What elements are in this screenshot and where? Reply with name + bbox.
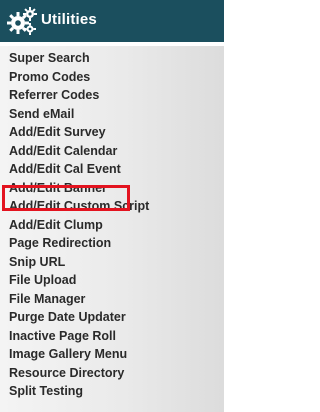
- utilities-panel: Utilities Super Search Promo Codes Refer…: [0, 0, 224, 412]
- utilities-header[interactable]: Utilities: [0, 0, 224, 42]
- menu-item-file-upload[interactable]: File Upload: [9, 271, 149, 290]
- menu-item-file-manager[interactable]: File Manager: [9, 290, 149, 309]
- menu-list: Super Search Promo Codes Referrer Codes …: [9, 49, 149, 401]
- menu-item-promo-codes[interactable]: Promo Codes: [9, 68, 149, 87]
- menu-item-super-search[interactable]: Super Search: [9, 49, 149, 68]
- menu-item-add-edit-survey[interactable]: Add/Edit Survey: [9, 123, 149, 142]
- menu-item-split-testing[interactable]: Split Testing: [9, 382, 149, 401]
- menu-item-purge-date-updater[interactable]: Purge Date Updater: [9, 308, 149, 327]
- menu-item-page-redirection[interactable]: Page Redirection: [9, 234, 149, 253]
- menu-item-add-edit-clump[interactable]: Add/Edit Clump: [9, 216, 149, 235]
- menu-item-add-edit-custom-script[interactable]: Add/Edit Custom Script: [9, 197, 149, 216]
- menu-item-send-email[interactable]: Send eMail: [9, 105, 149, 124]
- menu-item-snip-url[interactable]: Snip URL: [9, 253, 149, 272]
- menu-item-inactive-page-roll[interactable]: Inactive Page Roll: [9, 327, 149, 346]
- menu-item-add-edit-cal-event[interactable]: Add/Edit Cal Event: [9, 160, 149, 179]
- menu-item-resource-directory[interactable]: Resource Directory: [9, 364, 149, 383]
- header-title: Utilities: [41, 11, 97, 28]
- menu-item-add-edit-banner[interactable]: Add/Edit Banner: [9, 179, 149, 198]
- menu-item-add-edit-calendar[interactable]: Add/Edit Calendar: [9, 142, 149, 161]
- gears-icon: [7, 7, 37, 35]
- menu-item-image-gallery-menu[interactable]: Image Gallery Menu: [9, 345, 149, 364]
- utilities-menu: Super Search Promo Codes Referrer Codes …: [0, 46, 224, 412]
- menu-item-referrer-codes[interactable]: Referrer Codes: [9, 86, 149, 105]
